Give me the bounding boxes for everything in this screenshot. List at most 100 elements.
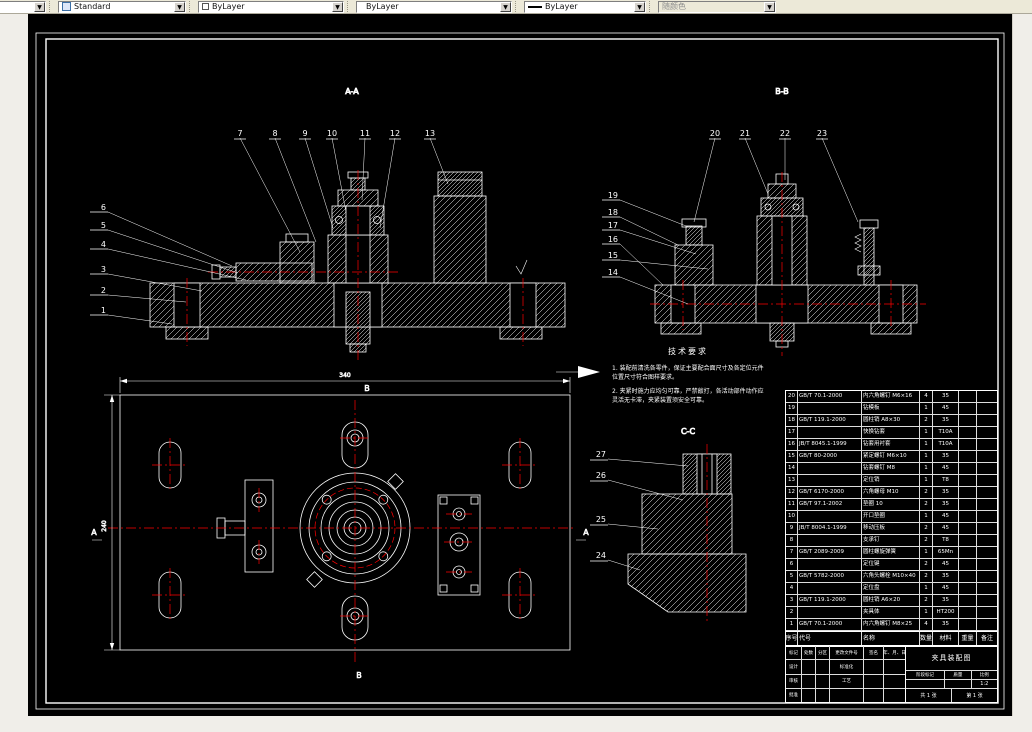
plot-style-combo-value: 随颜色 <box>662 2 686 11</box>
weight-label: 质量 <box>945 671 971 680</box>
bom-row: 10 开口垫圈 1 45 <box>786 511 997 523</box>
bom-header-cell: 代号 <box>798 632 862 646</box>
balloon-19: 19 <box>608 191 618 200</box>
drawing-canvas[interactable]: A-A B-B C-C 7 8 9 10 11 12 13 6 5 4 3 2 … <box>28 14 1012 716</box>
bom-header-cell: 备注 <box>980 635 993 642</box>
balloon-7: 7 <box>237 129 242 138</box>
toolbar-grip <box>49 1 55 12</box>
section-view-b-b: B-B <box>654 87 918 348</box>
balloon-24: 24 <box>596 551 606 560</box>
balloon-23: 23 <box>817 129 827 138</box>
sheet-number: 第 1 张 <box>966 693 983 699</box>
color-combo-value: ByLayer <box>212 2 245 11</box>
balloon-11: 11 <box>360 129 370 138</box>
bom-header-cell: 材料 <box>933 632 959 646</box>
lineweight-combo-value: ByLayer <box>545 2 578 11</box>
bom-row: 15 GB/T 80-2000 紧定螺钉 M6×10 1 35 <box>786 451 997 463</box>
balloon-17: 17 <box>608 221 618 230</box>
chevron-down-icon[interactable]: ▼ <box>500 1 511 12</box>
style-combo[interactable]: Standard ▼ <box>58 0 186 13</box>
bom-header: 序号 代号 名称 数量 材料 重量 备注 <box>786 631 997 646</box>
chevron-down-icon[interactable]: ▼ <box>332 1 343 12</box>
balloon-16: 16 <box>608 235 618 244</box>
toolbar-grip <box>189 1 195 12</box>
toolbar: ▼ Standard ▼ ByLayer ▼ ByLayer ▼ ByLayer… <box>0 0 1032 14</box>
balloon-26: 26 <box>596 471 606 480</box>
bom-header-cell: 名称 <box>862 632 920 646</box>
bom-row: 5 GB/T 5782-2000 六角头螺栓 M10×40 2 35 <box>786 571 997 583</box>
chevron-down-icon: ▼ <box>764 1 775 12</box>
section-mark-b-top: B <box>364 384 370 393</box>
style-combo-value: Standard <box>74 2 111 11</box>
bom-header-cell: 数量 <box>920 632 933 646</box>
balloon-10: 10 <box>327 129 337 138</box>
drawing-title: 夹具装配图 <box>906 646 997 671</box>
balloon-21: 21 <box>740 129 750 138</box>
dim-width: 340 <box>339 372 351 379</box>
bom-row: 2 夹具体 1 HT200 <box>786 607 997 619</box>
tech-line: 位置尺寸符合图样要求。 <box>612 373 678 381</box>
chevron-down-icon[interactable]: ▼ <box>34 1 45 12</box>
tech-requirements-title: 技术要求 <box>668 346 708 356</box>
right-gutter <box>1012 14 1032 732</box>
tech-line: 1. 装配前清洗各零件，保证主要配合面尺寸及各定位元件 <box>612 364 764 372</box>
color-swatch-icon <box>202 3 209 10</box>
bottom-gutter <box>0 716 1032 732</box>
linetype-combo[interactable]: ByLayer ▼ <box>356 0 512 13</box>
balloon-2: 2 <box>101 286 106 295</box>
lineweight-combo[interactable]: ByLayer ▼ <box>524 0 646 13</box>
workspace-combo[interactable]: ▼ <box>0 0 46 13</box>
linetype-combo-value: ByLayer <box>366 2 399 11</box>
color-combo[interactable]: ByLayer ▼ <box>198 0 344 13</box>
bom-row: 3 GB/T 119.1-2000 圆柱销 A6×20 2 35 <box>786 595 997 607</box>
stage-label: 阶段标记 <box>906 671 945 680</box>
balloon-20: 20 <box>710 129 720 138</box>
bom-row: 4 定位盘 1 45 <box>786 583 997 595</box>
balloon-5: 5 <box>101 221 106 230</box>
title-block: 标记 处数 分区 更改文件号 签名 年、月、日 设计 标准化 审核 工艺 批准 夹具装配图 阶段标记… <box>785 645 998 703</box>
bom-header-cell: 序号 <box>786 632 798 646</box>
scale-value: 1:2 <box>980 681 989 687</box>
balloon-6: 6 <box>101 203 106 212</box>
titleblock-row: 设计 标准化 <box>786 660 905 675</box>
balloon-15: 15 <box>608 251 618 260</box>
section-mark-a-left: A <box>91 528 97 537</box>
bom-row: 1 GB/T 70.1-2000 内六角螺钉 M8×25 4 35 <box>786 619 997 631</box>
application-window: ▼ Standard ▼ ByLayer ▼ ByLayer ▼ ByLayer… <box>0 0 1032 732</box>
bom-rows: 20 GB/T 70.1-2000 内六角螺钉 M6×16 4 35 19 钻模板 1 45 18… <box>786 391 997 631</box>
view-label-a-a: A-A <box>345 87 359 96</box>
bom-row: 17 快换钻套 1 T10A <box>786 427 997 439</box>
view-label-b-b: B-B <box>775 87 789 96</box>
balloon-8: 8 <box>272 129 277 138</box>
balloon-3: 3 <box>101 265 106 274</box>
dim-height: 240 <box>101 520 108 532</box>
parts-list-table: 20 GB/T 70.1-2000 内六角螺钉 M6×16 4 35 19 钻模板 1 45 18… <box>785 390 998 647</box>
bom-row: 18 GB/T 119.1-2000 圆柱销 A8×30 2 35 <box>786 415 997 427</box>
balloon-22: 22 <box>780 129 790 138</box>
tech-line: 2. 夹紧时施力应均匀可靠，严禁敲打，各活动部件动作应 <box>612 387 764 395</box>
lineweight-icon <box>528 5 542 8</box>
plot-style-combo: 随颜色 ▼ <box>658 0 776 13</box>
surface-finish-icon <box>515 259 528 275</box>
sheet-total: 共 1 张 <box>906 689 952 702</box>
chevron-down-icon[interactable]: ▼ <box>174 1 185 12</box>
balloon-13: 13 <box>425 129 435 138</box>
toolbar-grip <box>515 1 521 12</box>
bom-row: 6 定位键 2 45 <box>786 559 997 571</box>
chevron-down-icon[interactable]: ▼ <box>634 1 645 12</box>
bom-row: 8 支承钉 2 T8 <box>786 535 997 547</box>
bom-row: 11 GB/T 97.1-2002 垫圈 10 2 35 <box>786 499 997 511</box>
scale-label: 比例 <box>971 671 997 680</box>
titleblock-grid: 标记 处数 分区 更改文件号 签名 年、月、日 设计 标准化 审核 工艺 批准 <box>786 646 906 702</box>
view-direction-arrow <box>578 366 600 378</box>
bom-row: 14 钻套螺钉 M8 1 45 <box>786 463 997 475</box>
technical-requirements: 技术要求 1. 装配前清洗各零件，保证主要配合面尺寸及各定位元件 位置尺寸符合图… <box>612 346 764 404</box>
bom-row: 7 GB/T 2089-2009 圆柱螺旋弹簧 1 65Mn <box>786 547 997 559</box>
bom-row: 16 JB/T 8045.1-1999 钻套用衬套 1 T10A <box>786 439 997 451</box>
toolbar-grip <box>347 1 353 12</box>
section-view-a-a: A-A <box>149 87 566 353</box>
titleblock-row: 审核 工艺 <box>786 674 905 689</box>
balloon-9: 9 <box>302 129 307 138</box>
plan-view <box>119 394 571 651</box>
balloon-12: 12 <box>390 129 400 138</box>
